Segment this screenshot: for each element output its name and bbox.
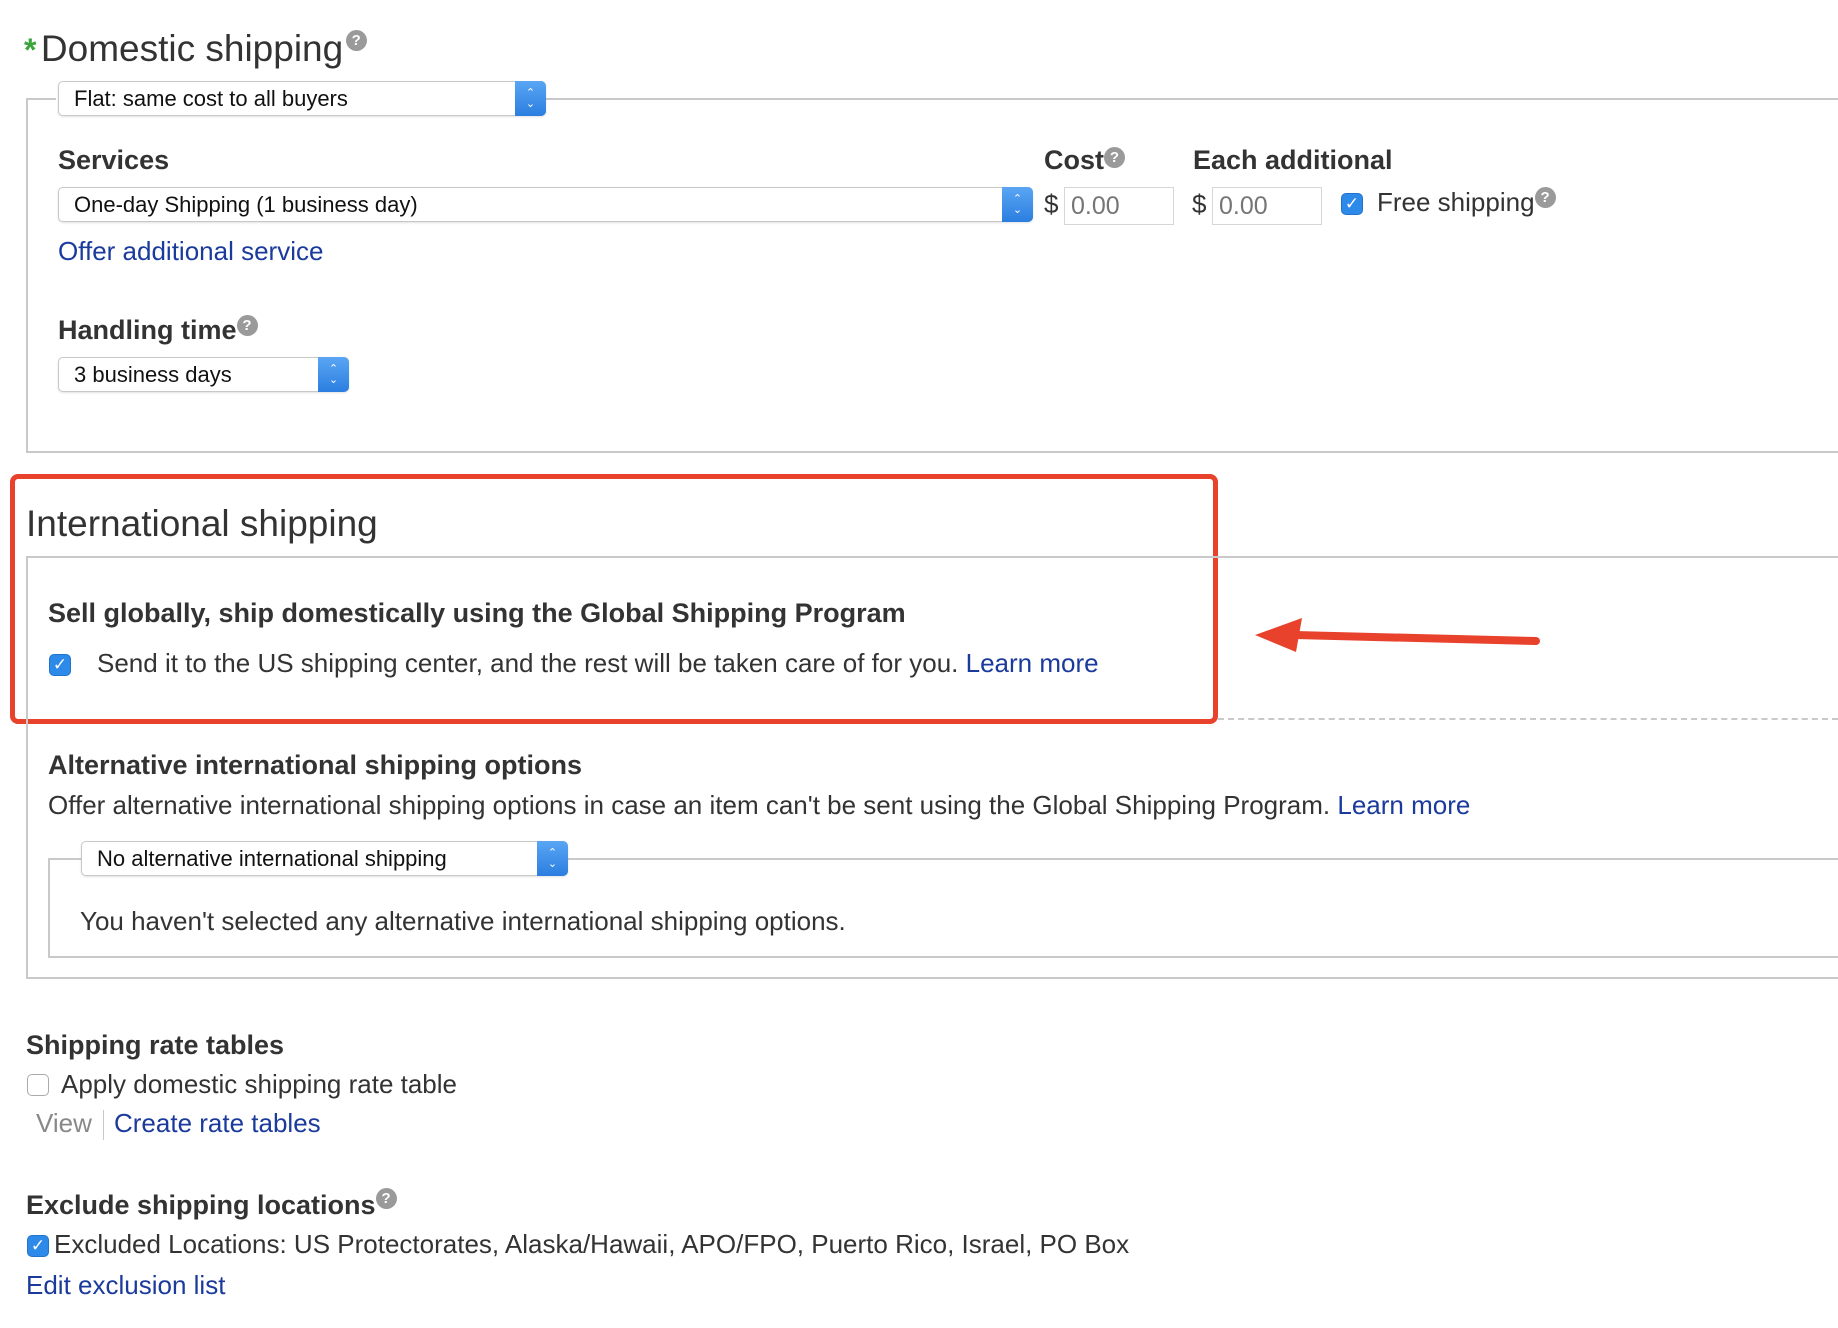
select-arrows-icon: ⌃ ⌄	[318, 357, 349, 392]
select-arrows-icon: ⌃ ⌄	[537, 841, 568, 876]
link-divider	[103, 1110, 104, 1140]
service-value: One-day Shipping (1 business day)	[74, 192, 418, 217]
domestic-box-bottom-border	[26, 451, 1838, 453]
alt-none-selected-text: You haven't selected any alternative int…	[80, 906, 846, 936]
domestic-box-left-border	[26, 98, 28, 453]
alt-box-bottom-border	[48, 956, 1838, 958]
services-label: Services	[58, 145, 170, 175]
each-additional-input[interactable]	[1212, 187, 1322, 225]
international-title-underline	[26, 556, 1838, 558]
alt-box-top-border	[564, 858, 1838, 860]
alt-box-left-top-border	[48, 858, 82, 860]
offer-additional-service-link[interactable]: Offer additional service	[58, 236, 323, 267]
each-currency: $	[1192, 189, 1207, 219]
red-arrow-icon	[1255, 618, 1540, 652]
rate-tables-heading: Shipping rate tables	[26, 1030, 285, 1060]
handling-time-label: Handling time?	[58, 315, 258, 346]
alt-box-left-border	[48, 858, 50, 958]
free-shipping-text: Free shipping	[1377, 187, 1535, 217]
domestic-shipping-heading: * Domestic shipping ?	[24, 28, 369, 70]
select-arrows-icon: ⌃ ⌄	[1002, 187, 1033, 222]
cost-input[interactable]	[1064, 187, 1174, 225]
handling-time-text: Handling time	[58, 315, 237, 345]
service-select[interactable]: One-day Shipping (1 business day) ⌃ ⌄	[58, 187, 1033, 222]
help-icon[interactable]: ?	[236, 315, 258, 336]
cost-label-text: Cost	[1044, 145, 1104, 175]
alt-shipping-text: Offer alternative international shipping…	[48, 790, 1331, 820]
help-icon[interactable]: ?	[375, 1188, 397, 1209]
international-box-left-border	[26, 556, 28, 979]
apply-rate-table-label: Apply domestic shipping rate table	[61, 1069, 458, 1099]
gsp-checkbox[interactable]: ✓	[49, 654, 71, 676]
apply-rate-table-checkbox[interactable]	[27, 1074, 49, 1096]
create-rate-tables-link[interactable]: Create rate tables	[114, 1108, 321, 1139]
cost-currency: $	[1044, 189, 1059, 219]
alt-shipping-heading: Alternative international shipping optio…	[48, 750, 583, 780]
domestic-box-top-border	[545, 98, 1838, 100]
free-shipping-label: Free shipping?	[1377, 187, 1556, 218]
domestic-shipping-title: Domestic shipping	[40, 28, 344, 69]
gsp-text: Send it to the US shipping center, and t…	[97, 648, 959, 678]
shipping-type-value: Flat: same cost to all buyers	[74, 86, 348, 111]
alt-learn-more-link[interactable]: Learn more	[1337, 790, 1470, 820]
exclude-locations-text: Exclude shipping locations	[26, 1190, 376, 1220]
edit-exclusion-list-link[interactable]: Edit exclusion list	[26, 1270, 225, 1301]
required-mark: *	[24, 32, 37, 68]
gsp-heading: Sell globally, ship domestically using t…	[48, 598, 906, 628]
cost-label: Cost?	[1044, 145, 1125, 176]
international-box-bottom-border	[26, 977, 1838, 979]
view-link-disabled: View	[36, 1108, 92, 1138]
gsp-description: Send it to the US shipping center, and t…	[97, 648, 1099, 679]
alt-shipping-description: Offer alternative international shipping…	[48, 790, 1470, 821]
help-icon[interactable]: ?	[1534, 187, 1556, 208]
international-shipping-title: International shipping	[26, 503, 378, 544]
handling-time-select[interactable]: 3 business days ⌃ ⌄	[58, 357, 349, 392]
each-additional-label: Each additional	[1193, 145, 1393, 175]
handling-time-value: 3 business days	[74, 362, 232, 387]
free-shipping-checkbox[interactable]: ✓	[1341, 193, 1363, 215]
gsp-learn-more-link[interactable]: Learn more	[966, 648, 1099, 678]
help-icon[interactable]: ?	[1104, 147, 1125, 168]
alt-shipping-value: No alternative international shipping	[97, 846, 447, 871]
excluded-locations-checkbox[interactable]: ✓	[27, 1235, 49, 1257]
domestic-box-left-top-border	[26, 98, 56, 100]
help-icon[interactable]: ?	[345, 30, 367, 51]
excluded-locations-text: Excluded Locations: US Protectorates, Al…	[54, 1229, 1130, 1259]
alt-shipping-select[interactable]: No alternative international shipping ⌃ ⌄	[81, 841, 568, 876]
exclude-locations-heading: Exclude shipping locations?	[26, 1188, 397, 1221]
select-arrows-icon: ⌃ ⌄	[515, 81, 546, 116]
dashed-separator	[1218, 718, 1838, 720]
shipping-type-select[interactable]: Flat: same cost to all buyers ⌃ ⌄	[58, 81, 546, 116]
